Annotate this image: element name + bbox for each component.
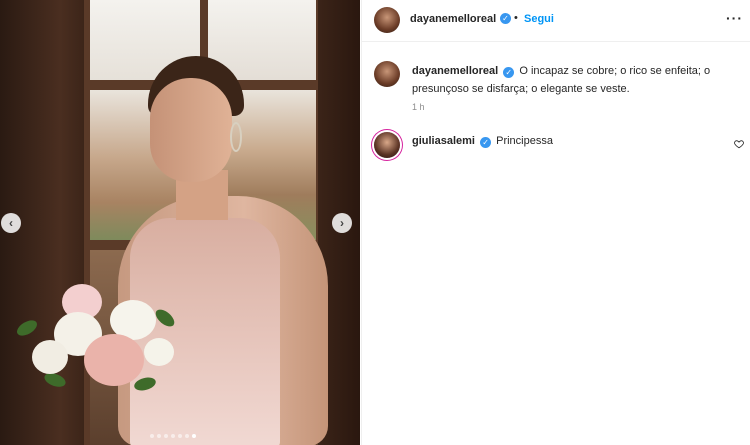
- leaf: [152, 306, 178, 330]
- carousel-dot: [164, 434, 168, 438]
- verified-badge-icon: ✓: [503, 67, 515, 78]
- figure-face: [150, 78, 232, 182]
- more-options-icon[interactable]: ···: [726, 10, 743, 26]
- carousel-dot-active: [192, 434, 196, 438]
- carousel-dot: [171, 434, 175, 438]
- leaf: [132, 375, 158, 393]
- post-header: dayanemelloreal ✓ • Segui ···: [362, 0, 750, 42]
- carousel-next-button[interactable]: ›: [332, 213, 352, 233]
- header-separator: •: [514, 12, 518, 24]
- comment-username[interactable]: giuliasalemi: [412, 135, 475, 147]
- caption-username[interactable]: dayanemelloreal: [412, 65, 498, 77]
- verified-badge-icon: ✓: [480, 137, 492, 148]
- carousel-dot: [150, 434, 154, 438]
- carousel-indicator: [150, 434, 196, 438]
- flower: [144, 338, 174, 366]
- caption-author-avatar[interactable]: [374, 61, 400, 87]
- post-media[interactable]: ‹ ›: [0, 0, 360, 445]
- comment-text: Principessa: [496, 135, 553, 147]
- follow-button[interactable]: Segui: [524, 13, 554, 25]
- verified-badge-icon: ✓: [500, 13, 511, 24]
- post-side-panel: dayanemelloreal ✓ • Segui ··· dayanemell…: [361, 0, 750, 445]
- author-username[interactable]: dayanemelloreal: [410, 13, 496, 25]
- comment: giuliasalemi ✓ Principessa: [412, 134, 553, 148]
- flower: [84, 334, 144, 386]
- author-avatar[interactable]: [374, 7, 400, 33]
- carousel-prev-button[interactable]: ‹: [1, 213, 21, 233]
- chevron-left-icon: ‹: [9, 216, 13, 230]
- flower: [32, 340, 68, 374]
- earring: [230, 122, 242, 152]
- carousel-dot: [157, 434, 161, 438]
- carousel-dot: [185, 434, 189, 438]
- commenter-avatar[interactable]: [374, 132, 400, 158]
- heart-icon[interactable]: [734, 139, 744, 149]
- caption: dayanemelloreal ✓ O incapaz se cobre; o …: [412, 62, 732, 98]
- bouquet: [14, 282, 190, 422]
- leaf: [14, 317, 40, 339]
- carousel-dot: [178, 434, 182, 438]
- chevron-right-icon: ›: [340, 216, 344, 230]
- caption-timestamp[interactable]: 1 h: [412, 102, 425, 112]
